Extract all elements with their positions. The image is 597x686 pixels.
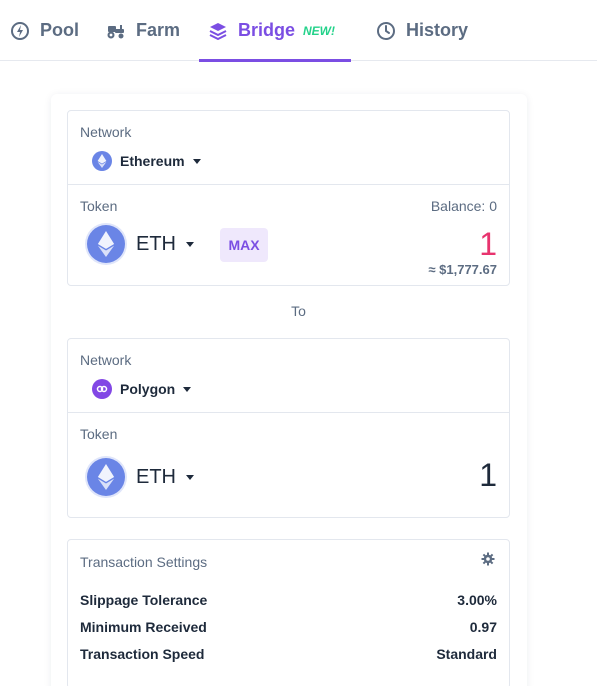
chevron-down-icon xyxy=(186,241,194,247)
to-network-select[interactable]: Polygon xyxy=(92,379,192,399)
chevron-down-icon xyxy=(186,474,194,480)
settings-row-value: Standard xyxy=(436,646,497,662)
to-network-name: Polygon xyxy=(120,381,176,397)
balance-text: Balance: 0 xyxy=(430,198,497,214)
to-token-name: ETH xyxy=(136,465,176,488)
tab-bridge[interactable]: Bridge NEW! xyxy=(199,0,351,62)
to-label: To xyxy=(291,303,306,319)
from-network-label: Network xyxy=(80,124,132,140)
chevron-down-icon xyxy=(192,158,201,164)
from-network-name: Ethereum xyxy=(120,153,185,169)
eth-token-icon xyxy=(87,458,125,496)
settings-row: Minimum Received 0.97 xyxy=(80,619,497,635)
gear-icon[interactable] xyxy=(481,552,495,566)
tractor-icon xyxy=(106,21,126,41)
settings-row-value: 0.97 xyxy=(469,619,497,635)
settings-row-value: 3.00% xyxy=(457,592,497,608)
to-panel: Network Polygon Token ETH 1 xyxy=(67,338,510,518)
tab-pool[interactable]: Pool xyxy=(10,0,79,61)
transaction-settings-panel: Transaction Settings Slippage Tolerance … xyxy=(67,539,510,686)
tab-farm-label: Farm xyxy=(136,20,181,40)
to-token-label: Token xyxy=(80,426,118,442)
to-token-select[interactable]: ETH xyxy=(87,458,194,496)
clock-icon xyxy=(376,21,396,41)
to-network-label: Network xyxy=(80,352,132,368)
usd-value: ≈ $1,777.67 xyxy=(428,262,497,277)
layers-icon xyxy=(208,21,228,41)
from-token-label: Token xyxy=(80,198,118,214)
new-badge: NEW! xyxy=(303,23,336,38)
tab-farm[interactable]: Farm xyxy=(106,0,180,61)
chevron-down-icon xyxy=(183,386,192,392)
from-panel: Network Ethereum Token Balance: 0 ETH MA… xyxy=(67,110,510,286)
from-token-select[interactable]: ETH xyxy=(87,225,194,263)
settings-row-label: Transaction Speed xyxy=(80,646,205,662)
eth-token-icon xyxy=(87,225,125,263)
tab-bridge-label: Bridge xyxy=(238,20,296,40)
ethereum-icon xyxy=(92,151,112,171)
divider xyxy=(68,412,509,413)
tab-history[interactable]: History xyxy=(376,0,468,61)
settings-row: Slippage Tolerance 3.00% xyxy=(80,592,497,608)
from-amount-input[interactable]: 1 xyxy=(479,226,497,263)
divider xyxy=(68,184,509,185)
polygon-icon xyxy=(92,379,112,399)
settings-title: Transaction Settings xyxy=(80,554,208,570)
settings-row-label: Minimum Received xyxy=(80,619,207,635)
tab-history-label: History xyxy=(406,20,469,40)
from-network-select[interactable]: Ethereum xyxy=(92,151,201,171)
droplet-bolt-icon xyxy=(10,21,30,41)
from-token-name: ETH xyxy=(136,232,176,255)
max-button[interactable]: MAX xyxy=(220,228,268,262)
settings-row-label: Slippage Tolerance xyxy=(80,592,208,608)
to-amount: 1 xyxy=(479,457,497,493)
tab-pool-label: Pool xyxy=(40,20,79,40)
settings-row: Transaction Speed Standard xyxy=(80,646,497,662)
nav-tabs: Pool Farm Bridge NEW! History xyxy=(0,0,597,62)
